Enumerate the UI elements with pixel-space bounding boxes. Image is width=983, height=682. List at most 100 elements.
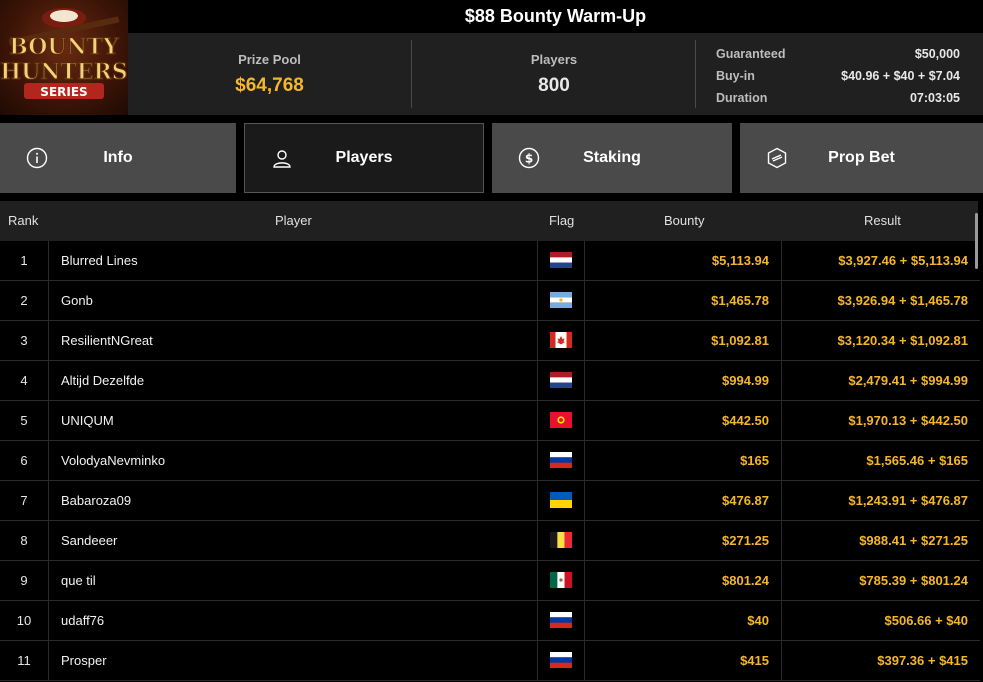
tab-players-label: Players xyxy=(335,149,393,166)
mexico-flag-icon xyxy=(550,572,572,588)
result-cell: $3,926.94 + $1,465.78 xyxy=(837,293,968,308)
duration-label: Duration xyxy=(716,91,768,105)
bounty-cell: $442.50 xyxy=(585,401,782,440)
tournament-details: Guaranteed $50,000 Buy-in $40.96 + $40 +… xyxy=(716,43,960,109)
canada-flag-icon xyxy=(550,332,572,348)
tournament-title-bar: $88 Bounty Warm-Up xyxy=(128,0,983,33)
bounty-cell: $165 xyxy=(585,441,782,480)
player-name-cell[interactable]: ResilientNGreat xyxy=(48,321,537,360)
rank-cell: 11 xyxy=(17,653,31,668)
bounty-cell: $1,092.81 xyxy=(585,321,782,360)
prize-pool-value: $64,768 xyxy=(235,74,304,96)
result-cell: $2,479.41 + $994.99 xyxy=(848,373,968,388)
guaranteed-label: Guaranteed xyxy=(716,47,786,61)
tab-players[interactable]: Players xyxy=(244,123,484,193)
tab-prop-bet-label: Prop Bet xyxy=(828,149,895,166)
bounty-cell: $476.87 xyxy=(585,481,782,520)
player-name-cell[interactable]: Babaroza09 xyxy=(48,481,537,520)
player-name-cell[interactable]: Altijd Dezelfde xyxy=(48,361,537,400)
table-row[interactable]: 11 Prosper $415 $397.36 + $415 xyxy=(0,641,980,681)
header-rank[interactable]: Rank xyxy=(8,201,38,241)
tab-staking-label: Staking xyxy=(583,149,641,166)
svg-text:HUNTERS: HUNTERS xyxy=(0,59,127,85)
duration-row: Duration 07:03:05 xyxy=(716,87,960,109)
table-row[interactable]: 9 que til $801.24 $785.39 + $801.24 xyxy=(0,561,980,601)
players-value: 800 xyxy=(538,74,570,96)
flag-cell xyxy=(537,601,585,640)
table-row[interactable]: 8 Sandeeer $271.25 $988.41 + $271.25 xyxy=(0,521,980,561)
svg-text:SERIES: SERIES xyxy=(40,85,87,99)
table-body: 1 Blurred Lines $5,113.94 $3,927.46 + $5,11… xyxy=(0,241,980,681)
flag-cell xyxy=(537,441,585,480)
kyrgyzstan-flag-icon xyxy=(550,412,572,428)
rank-cell: 9 xyxy=(20,573,28,588)
flag-cell xyxy=(537,241,585,280)
bounty-cell: $415 xyxy=(585,641,782,680)
bounty-hunters-logo: BOUNTY HUNTERS SERIES xyxy=(0,0,128,115)
rank-cell: 1 xyxy=(20,253,28,268)
rank-cell: 6 xyxy=(20,453,28,468)
buyin-row: Buy-in $40.96 + $40 + $7.04 xyxy=(716,65,960,87)
player-name-cell[interactable]: Sandeeer xyxy=(48,521,537,560)
player-name-cell[interactable]: UNIQUM xyxy=(48,401,537,440)
table-row[interactable]: 2 Gonb $1,465.78 $3,926.94 + $1,465.78 xyxy=(0,281,980,321)
result-cell: $506.66 + $40 xyxy=(884,613,969,628)
flag-cell xyxy=(537,321,585,360)
bounty-cell: $271.25 xyxy=(585,521,782,560)
header-bounty[interactable]: Bounty xyxy=(664,201,704,241)
argentina-flag-icon xyxy=(550,292,572,308)
result-cell: $1,565.46 + $165 xyxy=(866,453,968,468)
table-row[interactable]: 6 VolodyaNevminko $165 $1,565.46 + $165 xyxy=(0,441,980,481)
table-row[interactable]: 1 Blurred Lines $5,113.94 $3,927.46 + $5,11… xyxy=(0,241,980,281)
svg-text:BOUNTY: BOUNTY xyxy=(9,34,119,60)
rank-cell: 10 xyxy=(16,613,32,628)
result-cell: $988.41 + $271.25 xyxy=(859,533,968,548)
bounty-cell: $5,113.94 xyxy=(585,241,782,280)
header-result[interactable]: Result xyxy=(864,201,901,241)
flag-cell xyxy=(537,561,585,600)
player-name-cell[interactable]: Blurred Lines xyxy=(48,241,537,280)
result-cell: $3,120.34 + $1,092.81 xyxy=(837,333,968,348)
player-name-cell[interactable]: que til xyxy=(48,561,537,600)
flag-cell xyxy=(537,521,585,560)
netherlands-flag-icon xyxy=(550,252,572,268)
tab-staking[interactable]: $ Staking xyxy=(492,123,732,193)
flag-cell xyxy=(537,401,585,440)
player-name-cell[interactable]: Prosper xyxy=(48,641,537,680)
tournament-tabs: Info Players $ Staking Prop Bet xyxy=(0,123,983,193)
dollar-coin-icon: $ xyxy=(518,147,540,169)
russia-flag-icon xyxy=(550,452,572,468)
players-table: Rank Player Flag Bounty Result 1 Blurred … xyxy=(0,201,983,682)
rank-cell: 4 xyxy=(20,373,28,388)
players-label: Players xyxy=(530,51,578,67)
tab-info[interactable]: Info xyxy=(0,123,236,193)
header-flag[interactable]: Flag xyxy=(549,201,574,241)
russia-flag-icon xyxy=(550,612,572,628)
table-row[interactable]: 10 udaff76 $40 $506.66 + $40 xyxy=(0,601,980,641)
tab-prop-bet[interactable]: Prop Bet xyxy=(740,123,983,193)
prop-bet-icon xyxy=(767,147,787,169)
header-player[interactable]: Player xyxy=(275,201,312,241)
russia-flag-icon xyxy=(550,652,572,668)
player-name-cell[interactable]: Gonb xyxy=(48,281,537,320)
players-stat: Players 800 xyxy=(412,33,696,115)
table-row[interactable]: 4 Altijd Dezelfde $994.99 $2,479.41 + $994.… xyxy=(0,361,980,401)
bounty-cell: $40 xyxy=(585,601,782,640)
player-name-cell[interactable]: udaff76 xyxy=(48,601,537,640)
player-name-cell[interactable]: VolodyaNevminko xyxy=(48,441,537,480)
result-cell: $397.36 + $415 xyxy=(877,653,968,668)
flag-cell xyxy=(537,281,585,320)
flag-cell xyxy=(537,641,585,680)
buyin-label: Buy-in xyxy=(716,69,755,83)
guaranteed-row: Guaranteed $50,000 xyxy=(716,43,960,65)
table-row[interactable]: 3 ResilientNGreat $1,092.81 $3,120.34 + $1,… xyxy=(0,321,980,361)
table-row[interactable]: 7 Babaroza09 $476.87 $1,243.91 + $476.87 xyxy=(0,481,980,521)
buyin-value: $40.96 + $40 + $7.04 xyxy=(841,69,960,83)
rank-cell: 2 xyxy=(20,293,28,308)
user-icon xyxy=(273,150,291,168)
table-row[interactable]: 5 UNIQUM $442.50 $1,970.13 + $442.50 xyxy=(0,401,980,441)
bounty-cell: $801.24 xyxy=(585,561,782,600)
divider xyxy=(695,40,696,108)
tournament-stats: Prize Pool $64,768 Players 800 Guarantee… xyxy=(128,33,983,115)
rank-cell: 5 xyxy=(20,413,28,428)
